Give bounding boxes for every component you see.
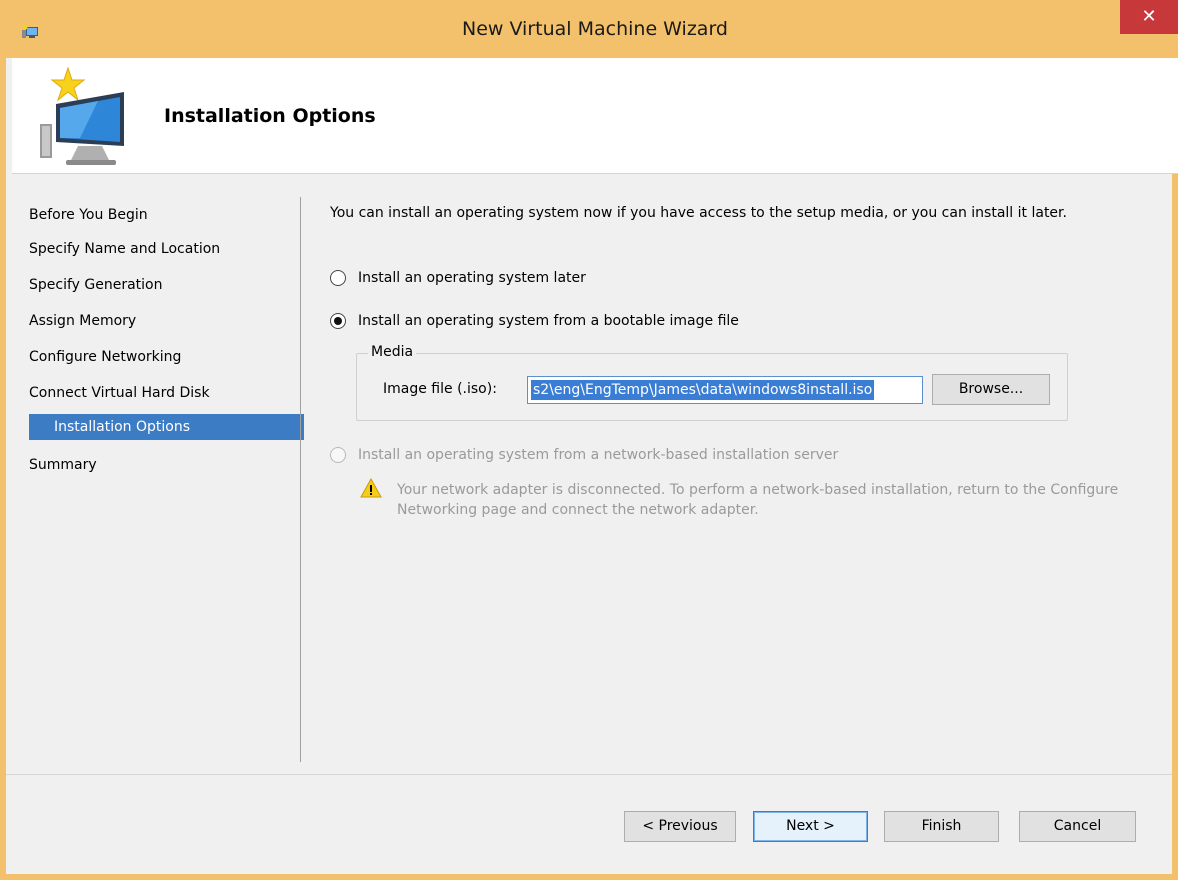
- option-label: Install an operating system from a netwo…: [358, 447, 839, 463]
- sidebar-divider: [300, 197, 301, 762]
- browse-button[interactable]: Browse...: [932, 374, 1050, 405]
- footer-divider: [6, 774, 1172, 775]
- network-warning-text: Your network adapter is disconnected. To…: [397, 482, 1119, 518]
- close-button[interactable]: ✕: [1120, 0, 1178, 34]
- option-label: Install an operating system later: [358, 270, 586, 286]
- nav-item-installation-options[interactable]: Installation Options: [29, 414, 304, 440]
- image-file-label: Image file (.iso):: [383, 381, 497, 397]
- radio-button-disabled[interactable]: [330, 447, 346, 463]
- option-install-from-network[interactable]: Install an operating system from a netwo…: [330, 444, 838, 466]
- option-label: Install an operating system from a boota…: [358, 313, 739, 329]
- intro-text: You can install an operating system now …: [330, 205, 1067, 221]
- wizard-header: Installation Options: [12, 58, 1178, 174]
- nav-item-summary[interactable]: Summary: [29, 452, 97, 478]
- next-button[interactable]: Next >: [753, 811, 868, 842]
- nav-item-assign-memory[interactable]: Assign Memory: [29, 308, 136, 334]
- warning-icon: [360, 478, 382, 498]
- image-file-input[interactable]: s2\eng\EngTemp\James\data\windows8instal…: [527, 376, 923, 404]
- previous-button[interactable]: < Previous: [624, 811, 736, 842]
- nav-item-connect-virtual-hard-disk[interactable]: Connect Virtual Hard Disk: [29, 380, 210, 406]
- cancel-button[interactable]: Cancel: [1019, 811, 1136, 842]
- nav-item-before-you-begin[interactable]: Before You Begin: [29, 202, 148, 228]
- close-icon: ✕: [1141, 6, 1157, 27]
- media-legend: Media: [368, 344, 417, 360]
- nav-item-specify-name-and-location[interactable]: Specify Name and Location: [29, 236, 220, 262]
- virtual-machine-wizard-icon: [40, 66, 124, 165]
- title-bar[interactable]: New Virtual Machine Wizard ✕: [6, 0, 1178, 58]
- option-install-from-image[interactable]: Install an operating system from a boota…: [330, 310, 739, 332]
- radio-button[interactable]: [330, 270, 346, 286]
- image-file-value: s2\eng\EngTemp\James\data\windows8instal…: [531, 380, 875, 400]
- radio-dot: [334, 317, 342, 325]
- page-title: Installation Options: [164, 105, 376, 127]
- finish-button[interactable]: Finish: [884, 811, 999, 842]
- wizard-steps-nav: Before You Begin Specify Name and Locati…: [12, 174, 308, 774]
- nav-item-configure-networking[interactable]: Configure Networking: [29, 344, 181, 370]
- option-install-later[interactable]: Install an operating system later: [330, 267, 586, 289]
- wizard-window: New Virtual Machine Wizard ✕ Installatio…: [0, 0, 1178, 880]
- radio-button-selected[interactable]: [330, 313, 346, 329]
- nav-item-specify-generation[interactable]: Specify Generation: [29, 272, 163, 298]
- window-title: New Virtual Machine Wizard: [462, 18, 728, 40]
